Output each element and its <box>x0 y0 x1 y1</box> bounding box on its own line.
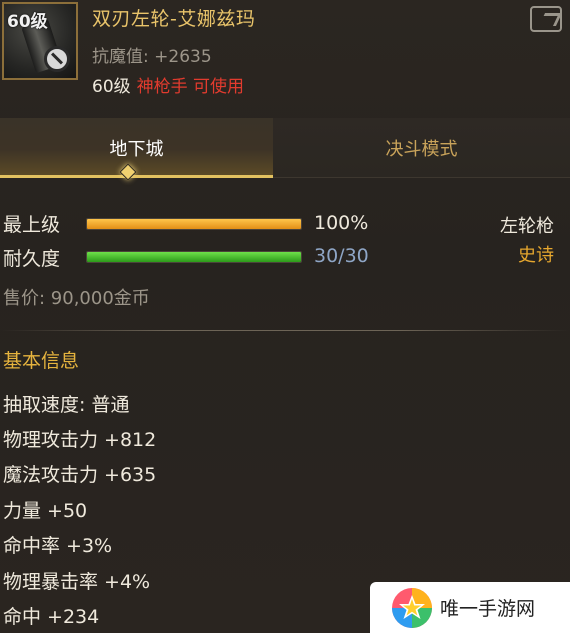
attribute-line: 命中 +234 <box>3 606 100 628</box>
watermark-text: 唯一手游网 <box>440 598 536 620</box>
upgrade-bar <box>86 218 302 230</box>
item-tooltip-panel: 60级 双刃左轮-艾娜兹玛 抗魔值: +2635 60级 神枪手 可使用 地下城 … <box>0 0 570 633</box>
share-icon[interactable] <box>530 6 562 32</box>
requirement-line: 60级 神枪手 可使用 <box>92 72 244 97</box>
required-class: 神枪手 可使用 <box>136 77 245 97</box>
durability-bar <box>86 251 302 263</box>
attribute-line: 力量 +50 <box>3 500 88 522</box>
attribute-line: 抽取速度: 普通 <box>3 394 130 416</box>
weapon-type: 左轮枪 <box>500 216 554 237</box>
attribute-line: 物理暴击率 +4% <box>3 571 151 593</box>
attribute-line: 魔法攻击力 +635 <box>3 464 157 486</box>
durability-value: 30/30 <box>314 245 369 267</box>
tab-duel-mode[interactable]: 决斗模式 <box>273 118 570 178</box>
sell-price: 售价: 90,000金币 <box>3 288 150 309</box>
watermark-logo-icon <box>392 588 432 628</box>
upgrade-bar-fill <box>87 219 301 229</box>
item-name: 双刃左轮-艾娜兹玛 <box>92 8 256 30</box>
tab-dungeon[interactable]: 地下城 <box>0 118 273 178</box>
section-divider <box>0 330 570 331</box>
watermark-badge: 唯一手游网 <box>370 582 570 633</box>
rarity-label: 史诗 <box>518 245 554 266</box>
item-level-badge: 60级 <box>7 12 48 32</box>
anti-magic-value: 抗魔值: +2635 <box>92 47 212 67</box>
required-level: 60级 <box>92 77 131 97</box>
durability-bar-fill <box>87 252 301 262</box>
basic-info-title: 基本信息 <box>3 350 80 372</box>
upgrade-value: 100% <box>314 212 369 234</box>
ban-icon <box>44 46 70 72</box>
revolver-item-icon[interactable]: 60级 <box>2 2 78 80</box>
tab-dungeon-label: 地下城 <box>109 139 164 160</box>
upgrade-label: 最上级 <box>3 214 61 236</box>
attribute-line: 命中率 +3% <box>3 535 113 557</box>
durability-label: 耐久度 <box>3 248 61 270</box>
mode-tabs: 地下城 决斗模式 <box>0 118 570 178</box>
attribute-line: 物理攻击力 +812 <box>3 429 157 451</box>
tab-duel-mode-label: 决斗模式 <box>385 139 458 160</box>
